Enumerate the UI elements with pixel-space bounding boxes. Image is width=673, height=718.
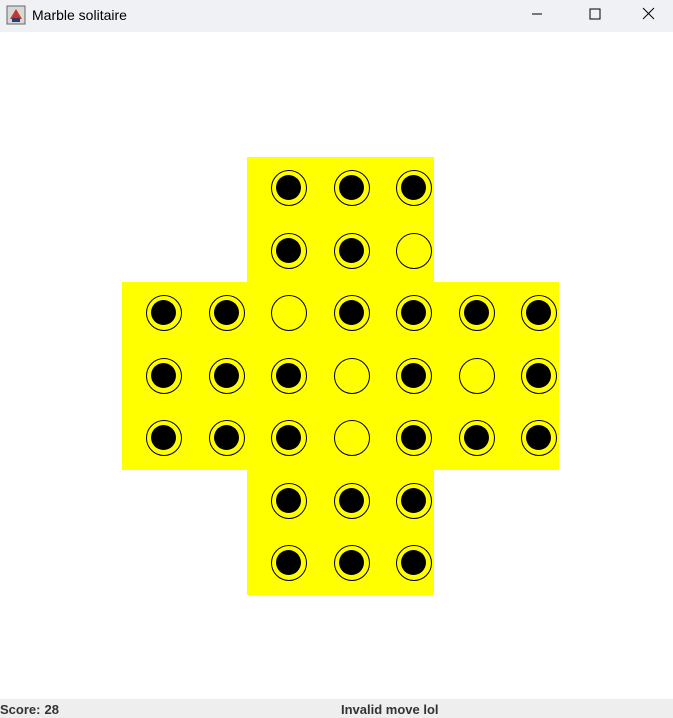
board-cell-r1-c3[interactable] <box>333 232 370 269</box>
close-icon <box>642 7 655 25</box>
board-cell-r2-c5[interactable] <box>458 295 495 332</box>
marble <box>276 362 302 388</box>
marble <box>401 550 427 576</box>
board-cell-r5-c4[interactable] <box>396 482 433 519</box>
marble <box>401 300 427 326</box>
marble <box>526 362 552 388</box>
minimize-icon <box>531 7 543 25</box>
board-cell-r3-c5[interactable] <box>458 357 495 394</box>
java-app-icon <box>6 5 26 25</box>
marble <box>401 487 427 513</box>
status-message: Invalid move lol <box>341 702 439 717</box>
marble <box>338 175 364 201</box>
marble <box>338 487 364 513</box>
marble <box>401 425 427 451</box>
marble <box>338 237 364 263</box>
board-cell-r2-c3[interactable] <box>333 295 370 332</box>
board-cell-r4-c3[interactable] <box>333 420 370 457</box>
marble <box>401 362 427 388</box>
marble <box>526 300 552 326</box>
minimize-button[interactable] <box>508 0 566 32</box>
board-cell-r5-c2[interactable] <box>271 482 308 519</box>
board-cell-r4-c5[interactable] <box>458 420 495 457</box>
status-bar: Score: 28 Invalid move lol <box>0 699 673 718</box>
marble <box>338 550 364 576</box>
game-canvas <box>0 32 673 699</box>
marble <box>276 550 302 576</box>
window-title: Marble solitaire <box>32 7 127 23</box>
marble <box>213 300 239 326</box>
app-window: Marble solitaire Score: 28 Invalid move l… <box>0 0 673 718</box>
board-cell-r4-c1[interactable] <box>208 420 245 457</box>
board-cell-r3-c2[interactable] <box>271 357 308 394</box>
marble <box>276 487 302 513</box>
score-value: 28 <box>44 702 59 717</box>
score-display: Score: 28 <box>0 702 59 717</box>
marble <box>463 300 489 326</box>
marble <box>338 300 364 326</box>
board-cell-r3-c4[interactable] <box>396 357 433 394</box>
marble <box>276 425 302 451</box>
marble <box>401 175 427 201</box>
marble <box>151 425 177 451</box>
title-bar[interactable]: Marble solitaire <box>0 0 673 32</box>
maximize-icon <box>589 7 601 25</box>
marble <box>276 237 302 263</box>
board-cell-r3-c6[interactable] <box>521 357 558 394</box>
board-cell-r3-c0[interactable] <box>146 357 183 394</box>
board-cell-r3-c3[interactable] <box>333 357 370 394</box>
marble <box>526 425 552 451</box>
marble <box>151 300 177 326</box>
board-cell-r6-c3[interactable] <box>333 545 370 582</box>
board-cell-r2-c1[interactable] <box>208 295 245 332</box>
maximize-button[interactable] <box>566 0 624 32</box>
marble <box>213 362 239 388</box>
marble <box>151 362 177 388</box>
board-cell-r1-c4[interactable] <box>396 232 433 269</box>
marble <box>276 175 302 201</box>
board-cell-r0-c3[interactable] <box>333 170 370 207</box>
board-cell-r5-c3[interactable] <box>333 482 370 519</box>
board-cell-r1-c2[interactable] <box>271 232 308 269</box>
close-button[interactable] <box>624 0 673 32</box>
board-cell-r3-c1[interactable] <box>208 357 245 394</box>
marble <box>463 425 489 451</box>
score-label: Score: <box>0 702 41 717</box>
marble <box>213 425 239 451</box>
